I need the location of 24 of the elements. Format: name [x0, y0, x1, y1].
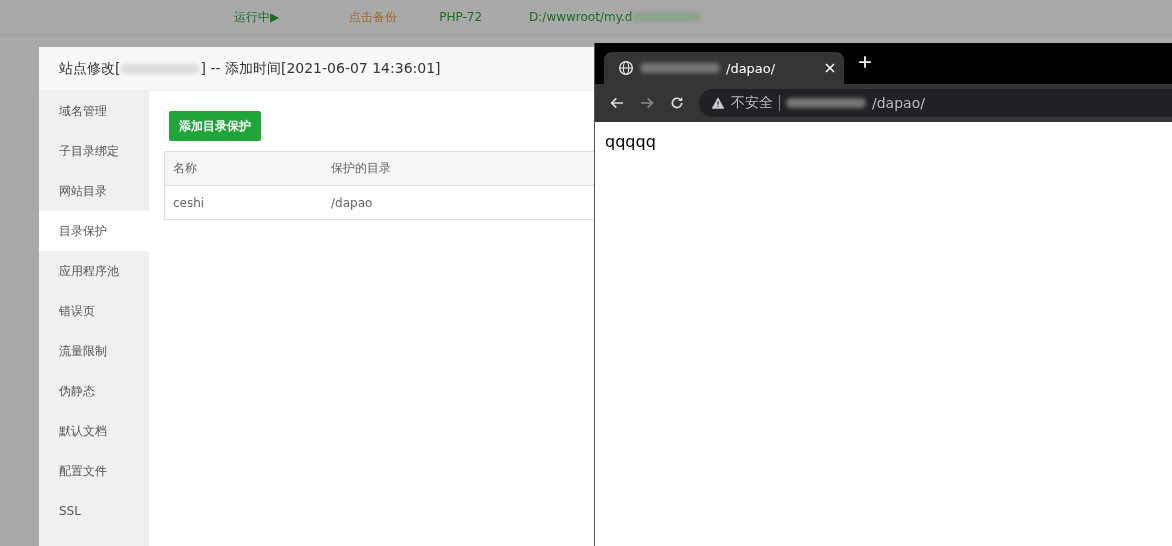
browser-tab[interactable]: /dapao/ [604, 52, 844, 84]
sidebar-item[interactable]: 配置文件 [39, 451, 149, 491]
page-text: qqqqq [604, 131, 657, 153]
sidebar-item[interactable]: 伪静态 [39, 371, 149, 411]
dialog-title-end: ] -- 添加时间[2021-06-07 14:36:01] [200, 59, 441, 78]
sidebar-item[interactable]: 域名管理 [39, 91, 149, 131]
sidebar-item[interactable]: SSL [39, 491, 149, 531]
status-text: 运行中▶ [234, 8, 280, 26]
sidebar-item[interactable]: 应用程序池 [39, 251, 149, 291]
security-label: 不安全 [731, 94, 773, 112]
sidebar-item[interactable]: 网站目录 [39, 171, 149, 211]
address-bar[interactable]: 不安全 /dapao/ [699, 89, 1172, 117]
table-cell-text: ceshi [172, 195, 206, 210]
dialog-title-start: 站点修改[ [59, 59, 121, 78]
sidebar-item[interactable]: 错误页 [39, 291, 149, 331]
sidebar-item[interactable]: 流量限制 [39, 331, 149, 371]
sidebar-item[interactable]: 目录保护 [39, 211, 149, 251]
table-cell-text: /dapao [330, 195, 374, 210]
column-header: 保护的目录 [330, 160, 392, 177]
tab-title: /dapao/ [726, 60, 777, 76]
sidebar-item[interactable]: 子目录绑定 [39, 131, 149, 171]
column-header: 名称 [172, 160, 198, 177]
sidebar-item[interactable]: 默认文档 [39, 411, 149, 451]
url-text: /dapao/ [872, 95, 925, 111]
